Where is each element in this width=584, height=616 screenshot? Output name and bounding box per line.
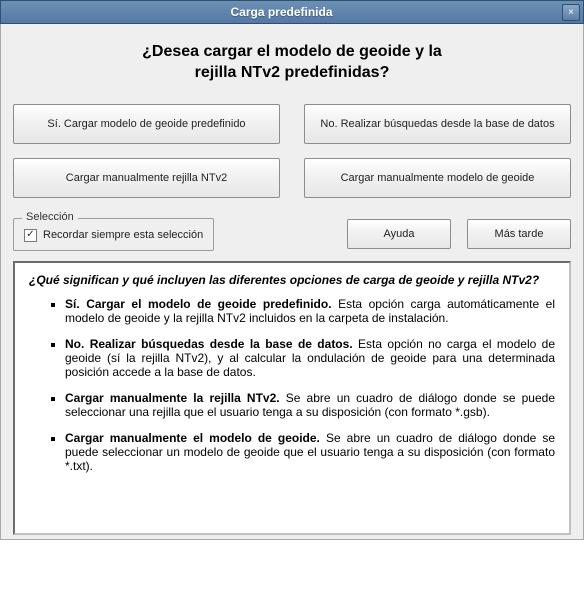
dialog-body: ¿Desea cargar el modelo de geoide y la r…: [0, 24, 584, 540]
button-row-2: Cargar manualmente rejilla NTv2 Cargar m…: [13, 158, 571, 198]
titlebar: Carga predefinida ×: [0, 0, 584, 24]
remember-checkbox-row[interactable]: ✓ Recordar siempre esta selección: [24, 229, 203, 242]
heading-line1: ¿Desea cargar el modelo de geoide y la: [142, 43, 442, 60]
close-button[interactable]: ×: [562, 4, 580, 21]
button-row-1: Sí. Cargar modelo de geoide predefinido …: [13, 104, 571, 144]
later-button[interactable]: Más tarde: [467, 219, 571, 249]
remember-checkbox[interactable]: ✓: [24, 229, 37, 242]
close-icon: ×: [568, 7, 574, 18]
remember-checkbox-label: Recordar siempre esta selección: [43, 229, 203, 241]
info-item-title: Cargar manualmente la rejilla NTv2.: [65, 391, 280, 405]
info-item-title: Sí. Cargar el modelo de geoide predefini…: [65, 297, 332, 311]
yes-load-predefined-button[interactable]: Sí. Cargar modelo de geoide predefinido: [13, 104, 280, 144]
selection-groupbox: Selección ✓ Recordar siempre esta selecc…: [13, 218, 214, 251]
selection-legend: Selección: [22, 211, 78, 223]
info-item-title: No. Realizar búsquedas desde la base de …: [65, 337, 353, 351]
help-button[interactable]: Ayuda: [347, 219, 451, 249]
info-item: Cargar manualmente la rejilla NTv2. Se a…: [65, 391, 555, 419]
info-panel[interactable]: ¿Qué significan y qué incluyen las difer…: [13, 261, 571, 535]
info-list: Sí. Cargar el modelo de geoide predefini…: [29, 297, 555, 473]
load-geoid-manual-button[interactable]: Cargar manualmente modelo de geoide: [304, 158, 571, 198]
load-ntv2-manual-button[interactable]: Cargar manualmente rejilla NTv2: [13, 158, 280, 198]
heading-line2: rejilla NTv2 predefinidas?: [195, 64, 390, 81]
window-title: Carga predefinida: [1, 5, 562, 19]
info-item-title: Cargar manualmente el modelo de geoide.: [65, 431, 320, 445]
info-item: Sí. Cargar el modelo de geoide predefini…: [65, 297, 555, 325]
no-search-db-button[interactable]: No. Realizar búsquedas desde la base de …: [304, 104, 571, 144]
dialog-heading: ¿Desea cargar el modelo de geoide y la r…: [13, 42, 571, 84]
info-heading: ¿Qué significan y qué incluyen las difer…: [29, 273, 555, 287]
bottom-row: Selección ✓ Recordar siempre esta selecc…: [13, 218, 571, 251]
info-item: Cargar manualmente el modelo de geoide. …: [65, 431, 555, 473]
info-item: No. Realizar búsquedas desde la base de …: [65, 337, 555, 379]
